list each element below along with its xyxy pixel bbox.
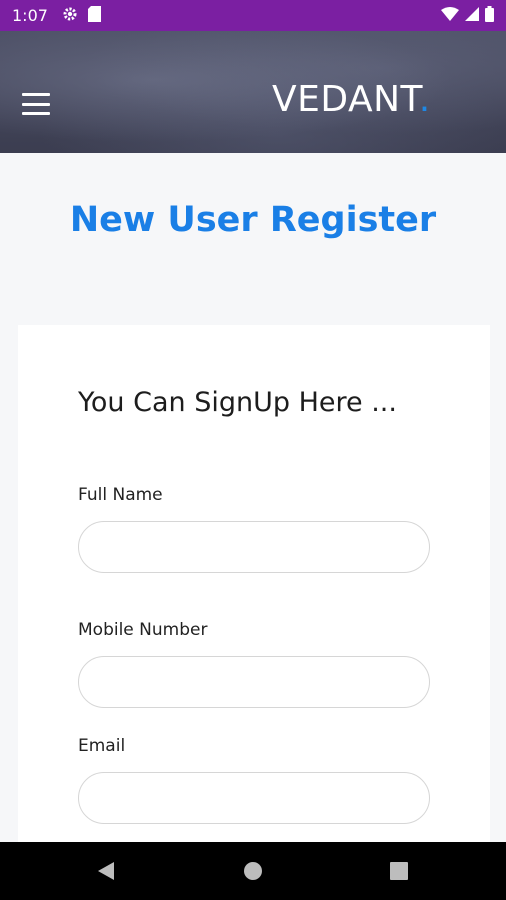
hamburger-menu-icon[interactable] xyxy=(22,93,50,115)
signup-card: You Can SignUp Here ... Full Name Mobile… xyxy=(18,325,490,845)
status-bar: 1:07 xyxy=(0,0,506,31)
signal-icon xyxy=(465,6,479,25)
wifi-icon xyxy=(441,6,459,25)
full-name-input[interactable] xyxy=(78,521,430,573)
status-time: 1:07 xyxy=(12,6,48,25)
full-name-label: Full Name xyxy=(78,485,163,505)
android-nav-bar xyxy=(0,842,506,900)
battery-icon xyxy=(485,5,494,26)
recents-icon[interactable] xyxy=(369,842,429,900)
home-icon[interactable] xyxy=(223,842,283,900)
gear-icon xyxy=(62,6,78,26)
sd-card-icon xyxy=(87,5,101,26)
form-heading: You Can SignUp Here ... xyxy=(78,387,397,418)
brand-logo: VEDANT. xyxy=(272,79,431,120)
email-input[interactable] xyxy=(78,772,430,824)
brand-dot: . xyxy=(418,79,431,120)
mobile-number-label: Mobile Number xyxy=(78,620,208,640)
mobile-number-input[interactable] xyxy=(78,656,430,708)
status-right-icons xyxy=(441,5,494,26)
brand-text: VEDANT xyxy=(272,79,419,120)
page-title: New User Register xyxy=(69,200,437,240)
email-label: Email xyxy=(78,736,126,756)
back-icon[interactable] xyxy=(76,842,136,900)
app-header: VEDANT. xyxy=(0,31,506,153)
